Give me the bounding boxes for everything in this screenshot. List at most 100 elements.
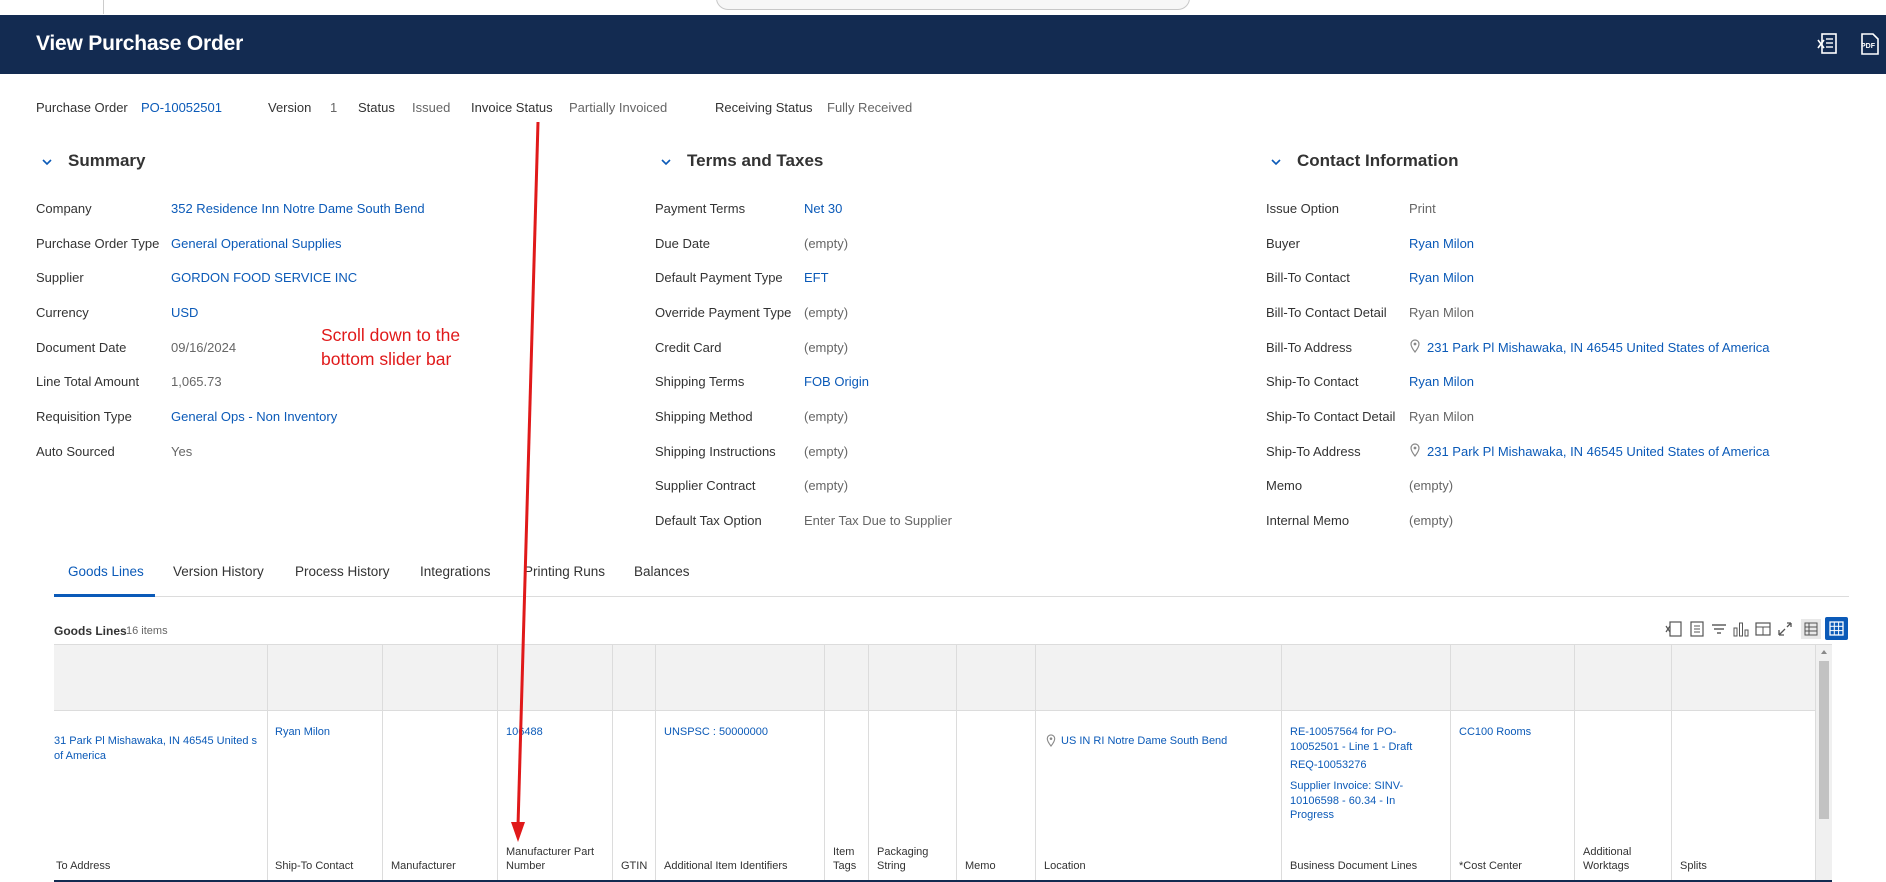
table-view-icon[interactable]	[1801, 619, 1821, 639]
field-label: Default Tax Option	[655, 513, 762, 528]
supplier-link[interactable]: GORDON FOOD SERVICE INC	[171, 270, 357, 285]
document-icon[interactable]	[1687, 619, 1707, 639]
currency-link[interactable]: USD	[171, 305, 198, 320]
field-label: Shipping Terms	[655, 374, 745, 389]
ship-to-contact-cell[interactable]: Ryan Milon	[275, 725, 330, 740]
column-header[interactable]: GTIN	[621, 859, 647, 873]
field-label: Shipping Method	[655, 409, 753, 424]
chart-icon[interactable]	[1731, 619, 1751, 639]
chevron-down-icon[interactable]	[1269, 155, 1283, 169]
filter-icon[interactable]	[1709, 619, 1729, 639]
document-date-value: 09/16/2024	[171, 340, 237, 355]
status-label: Status	[358, 100, 395, 115]
shipping-terms-link[interactable]: FOB Origin	[804, 374, 869, 389]
location-cell[interactable]: US IN RI Notre Dame South Bend	[1061, 734, 1227, 749]
column-header[interactable]: Additional Worktags	[1583, 845, 1653, 873]
expand-icon[interactable]	[1775, 619, 1795, 639]
export-pdf-icon[interactable]: PDF	[1857, 31, 1881, 57]
field-label: Ship-To Contact	[1266, 374, 1359, 389]
column-header[interactable]: Location	[1044, 859, 1086, 873]
memo-value: (empty)	[1409, 478, 1454, 493]
field-label: Bill-To Address	[1266, 340, 1352, 355]
browser-search-bar[interactable]	[716, 0, 1190, 10]
bill-to-address-link[interactable]: 231 Park Pl Mishawaka, IN 46545 United S…	[1427, 340, 1770, 355]
to-address-cell[interactable]: 31 Park Pl Mishawaka, IN 46545 United s …	[54, 734, 259, 763]
po-number-link[interactable]: PO-10052501	[141, 100, 222, 115]
manufacturer-part-number-cell[interactable]: 106488	[506, 725, 543, 740]
auto-sourced-value: Yes	[171, 444, 193, 459]
field-label: Ship-To Address	[1266, 444, 1361, 459]
tab-integrations[interactable]: Integrations	[420, 564, 491, 579]
column-divider	[382, 645, 383, 880]
column-header[interactable]: Item Tags	[833, 845, 863, 873]
column-divider	[868, 645, 869, 880]
column-header[interactable]: Packaging String	[877, 845, 949, 873]
buyer-link[interactable]: Ryan Milon	[1409, 236, 1474, 251]
tab-version-history[interactable]: Version History	[173, 564, 264, 579]
receiving-status-value: Fully Received	[827, 100, 913, 115]
field-label: Requisition Type	[36, 409, 132, 424]
column-divider	[1574, 645, 1575, 880]
chevron-down-icon[interactable]	[659, 155, 673, 169]
export-excel-icon[interactable]	[1816, 31, 1840, 57]
field-label: Bill-To Contact	[1266, 270, 1350, 285]
business-document-line[interactable]: Supplier Invoice: SINV-10106598 - 60.34 …	[1290, 779, 1420, 823]
column-divider	[1281, 645, 1282, 880]
company-link[interactable]: 352 Residence Inn Notre Dame South Bend	[171, 201, 425, 216]
override-payment-value: (empty)	[804, 305, 849, 320]
field-label: Override Payment Type	[655, 305, 792, 320]
chevron-down-icon[interactable]	[40, 155, 54, 169]
tab-bar: Goods Lines Version History Process Hist…	[54, 560, 1849, 597]
ship-to-contact-detail-value: Ryan Milon	[1409, 409, 1475, 424]
annotation-line: Scroll down to the	[321, 325, 461, 345]
column-header[interactable]: To Address	[56, 859, 110, 873]
bill-to-contact-link[interactable]: Ryan Milon	[1409, 270, 1474, 285]
business-document-line[interactable]: RE-10057564 for PO-10052501 - Line 1 - D…	[1290, 725, 1445, 754]
browser-top-strip	[0, 0, 1886, 16]
payment-type-link[interactable]: EFT	[804, 270, 829, 285]
version-label: Version	[268, 100, 312, 115]
payment-terms-link[interactable]: Net 30	[804, 201, 842, 216]
scroll-up-icon[interactable]	[1820, 648, 1828, 656]
column-header[interactable]: Ship-To Contact	[275, 859, 353, 873]
column-header[interactable]: Manufacturer Part Number	[506, 845, 606, 873]
field-label: Payment Terms	[655, 201, 746, 216]
column-divider	[956, 645, 957, 880]
field-label: Shipping Instructions	[655, 444, 776, 459]
column-header[interactable]: *Cost Center	[1459, 859, 1522, 873]
summary-section-title: Summary	[68, 151, 146, 170]
vertical-scrollbar[interactable]	[1815, 645, 1832, 880]
field-label: Purchase Order Type	[36, 236, 160, 251]
po-type-link[interactable]: General Operational Supplies	[171, 236, 342, 251]
grid-view-icon[interactable]	[1825, 617, 1848, 640]
map-pin-icon	[1046, 734, 1056, 747]
column-divider	[1671, 645, 1672, 880]
ship-to-address-link[interactable]: 231 Park Pl Mishawaka, IN 46545 United S…	[1427, 444, 1770, 459]
bill-to-contact-detail-value: Ryan Milon	[1409, 305, 1475, 320]
tab-balances[interactable]: Balances	[634, 564, 690, 579]
tab-printing-runs[interactable]: Printing Runs	[524, 564, 605, 579]
tab-goods-lines[interactable]: Goods Lines	[68, 564, 144, 579]
field-label: Memo	[1266, 478, 1303, 493]
ship-to-contact-link[interactable]: Ryan Milon	[1409, 374, 1474, 389]
item-identifiers-cell[interactable]: UNSPSC : 50000000	[664, 725, 768, 740]
requisition-type-link[interactable]: General Ops - Non Inventory	[171, 409, 337, 424]
column-header[interactable]: Additional Item Identifiers	[664, 859, 788, 873]
svg-text:PDF: PDF	[1861, 43, 1876, 50]
export-excel-icon[interactable]	[1664, 619, 1684, 639]
due-date-value: (empty)	[804, 236, 849, 251]
tab-process-history[interactable]: Process History	[295, 564, 390, 579]
columns-icon[interactable]	[1753, 619, 1773, 639]
scrollbar-thumb[interactable]	[1819, 661, 1829, 819]
business-document-line[interactable]: REQ-10053276	[1290, 758, 1445, 773]
cost-center-cell[interactable]: CC100 Rooms	[1459, 725, 1531, 740]
internal-memo-value: (empty)	[1409, 513, 1454, 528]
issue-option-value: Print	[1409, 201, 1436, 216]
field-label: Currency	[36, 305, 89, 320]
column-header[interactable]: Business Document Lines	[1290, 859, 1417, 873]
annotation-line: bottom slider bar	[321, 349, 452, 369]
column-header[interactable]: Splits	[1680, 859, 1707, 873]
column-header[interactable]: Manufacturer	[391, 859, 456, 873]
column-header[interactable]: Memo	[965, 859, 996, 873]
annotation-text: Scroll down to the bottom slider bar	[321, 323, 460, 371]
